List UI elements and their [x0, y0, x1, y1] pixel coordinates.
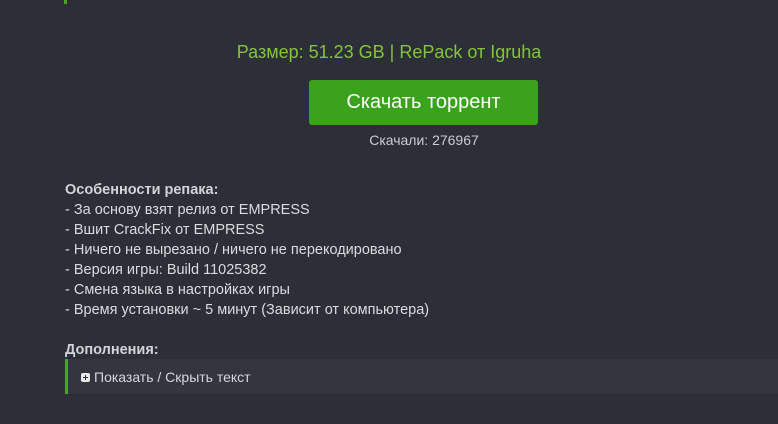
spoiler-toggle[interactable]: Показать / Скрыть текст — [81, 368, 251, 386]
download-torrent-button[interactable]: Скачать торрент — [309, 80, 538, 125]
repack-size-info: Размер: 51.23 GB | RePack от Igruha — [236, 42, 542, 62]
features-title: Особенности репака: — [65, 182, 219, 198]
downloads-count: Скачали: 276967 — [0, 131, 778, 149]
repack-features: Особенности репака: - За основу взят рел… — [65, 180, 745, 320]
quote-border-top — [64, 0, 67, 4]
spoiler-toggle-label: Показать / Скрыть текст — [94, 369, 251, 385]
feature-item: - Ничего не вырезано / ничего не перекод… — [65, 242, 402, 258]
extras-spoiler: Показать / Скрыть текст — [65, 359, 778, 394]
plus-icon — [81, 372, 90, 382]
extras-title: Дополнения: — [65, 342, 159, 358]
feature-item: - Смена языка в настройках игры — [65, 282, 290, 298]
downloads-count-text: Скачали: 276967 — [369, 132, 479, 148]
feature-item: - Вшит CrackFix от EMPRESS — [65, 222, 265, 238]
feature-item: - За основу взят релиз от EMPRESS — [65, 202, 310, 218]
feature-item: - Версия игры: Build 11025382 — [65, 262, 267, 278]
feature-item: - Время установки ~ 5 минут (Зависит от … — [65, 302, 430, 318]
